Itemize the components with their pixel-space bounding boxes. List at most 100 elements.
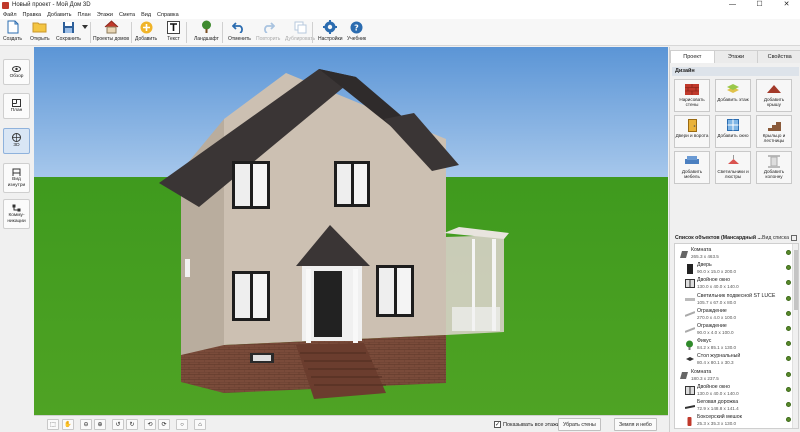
save-dropdown-arrow[interactable] <box>82 20 88 44</box>
nav-plan[interactable]: План <box>3 93 30 119</box>
landscape-button[interactable]: Ландшафт <box>194 20 219 44</box>
list-item[interactable]: Ограждение 90.0 x 4.0 x 100.0 <box>675 322 793 338</box>
draw-walls-button[interactable]: Нарисовать стены <box>674 79 710 112</box>
redo-button[interactable]: Повторить <box>256 20 280 44</box>
visibility-icon[interactable] <box>786 326 791 331</box>
list-view-icon[interactable] <box>791 234 797 241</box>
menu-estimate[interactable]: Смета <box>119 12 135 18</box>
tutorial-button[interactable]: ? Учебник <box>347 20 366 44</box>
menu-floors[interactable]: Этажи <box>97 12 113 18</box>
window-icon <box>684 278 695 289</box>
lights-chandeliers-button[interactable]: Светильники и люстры <box>715 151 751 184</box>
list-item[interactable]: Ограждение 270.0 x 4.0 x 100.0 <box>675 307 793 323</box>
list-item[interactable]: Комната 180.3 x 237.5 <box>675 368 793 384</box>
select-tool-button[interactable]: ⬚ <box>47 419 59 430</box>
visibility-icon[interactable] <box>786 356 791 362</box>
tab-floors[interactable]: Этажи <box>713 50 759 63</box>
house-projects-button[interactable]: Проекты домов <box>93 20 129 44</box>
duplicate-button[interactable]: Дублировать <box>285 20 315 44</box>
visibility-icon[interactable] <box>786 295 791 301</box>
show-all-floors-checkbox[interactable]: ✓ Показывать все этажи <box>494 421 560 428</box>
menu-help[interactable]: Справка <box>157 12 179 18</box>
tab-properties[interactable]: Свойства <box>757 50 800 63</box>
list-item[interactable]: Стол журнальный 80.4 x 80.1 x 30.3 <box>675 352 793 368</box>
settings-button[interactable]: Настройки <box>318 20 343 44</box>
rotate-left-button[interactable]: ↺ <box>112 419 124 430</box>
nav-communications[interactable]: Комму-никации <box>3 199 30 229</box>
tab-project[interactable]: Проект <box>670 50 715 63</box>
add-window-button[interactable]: Добавить окно <box>715 115 751 148</box>
ground-sky-button[interactable]: Земля и небо <box>614 418 657 431</box>
list-item[interactable]: Дверь 90.0 x 15.0 x 200.0 <box>675 261 793 277</box>
doors-gates-button[interactable]: Двери и ворота <box>674 115 710 148</box>
scrollbar-thumb[interactable] <box>794 250 798 310</box>
visibility-icon[interactable] <box>786 341 791 347</box>
add-roof-button[interactable]: Добавить крышу <box>756 79 792 112</box>
visibility-icon[interactable] <box>786 280 791 286</box>
rotate-right-button[interactable]: ↻ <box>126 419 138 430</box>
menu-edit[interactable]: Правка <box>23 12 42 18</box>
floor-plan-icon <box>12 98 21 107</box>
object-list-title: Список объектов (Мансардный ... <box>675 234 762 241</box>
create-button[interactable]: Создать <box>3 20 22 44</box>
copy-icon <box>293 20 308 34</box>
light-bulb-icon: ○ <box>180 421 184 428</box>
undo-icon <box>232 20 247 34</box>
door-icon <box>685 118 700 132</box>
3d-viewport[interactable] <box>34 47 668 415</box>
list-item-dimensions: 105.7 x 67.0 x 80.0 <box>697 299 737 305</box>
list-item[interactable]: Беговая дорожка 72.9 x 148.8 x 141.4 <box>675 398 793 414</box>
add-button[interactable]: Добавить <box>135 20 157 44</box>
close-button[interactable]: ✕ <box>773 0 800 10</box>
list-item[interactable]: Комната 265.3 x 463.5 <box>675 246 793 262</box>
list-item[interactable]: Фикус 84.2 x 85.1 x 130.0 <box>675 337 793 353</box>
list-item[interactable]: Двойное окно 130.0 x 40.0 x 140.0 <box>675 383 793 399</box>
list-item[interactable]: Двойное окно 130.0 x 40.0 x 140.0 <box>675 276 793 292</box>
nav-3d[interactable]: 3D <box>3 128 30 154</box>
orbit-left-button[interactable]: ⟲ <box>144 419 156 430</box>
visibility-icon[interactable] <box>786 250 791 255</box>
visibility-icon[interactable] <box>786 310 791 316</box>
light-button[interactable]: ○ <box>176 419 188 430</box>
zoom-out-button[interactable]: ⊖ <box>80 419 92 430</box>
save-button[interactable]: Сохранить <box>56 20 81 44</box>
hide-walls-button[interactable]: Убрать стены <box>558 418 601 431</box>
eye-icon <box>12 65 21 73</box>
treadmill-icon <box>684 400 695 411</box>
object-list[interactable]: Комната 265.3 x 463.5 Дверь 90.0 x 15.0 x 2… <box>674 243 799 429</box>
list-item[interactable]: Боксерский мешок 25.3 x 35.3 x 130.0 <box>675 413 793 428</box>
visibility-icon[interactable] <box>786 386 791 392</box>
app-logo-icon <box>2 1 9 9</box>
text-button[interactable]: Текст <box>166 20 181 44</box>
pan-tool-button[interactable]: ✋ <box>62 419 74 430</box>
list-item-dimensions: 130.0 x 40.0 x 140.0 <box>697 284 739 290</box>
undo-button[interactable]: Отменить <box>228 20 251 44</box>
orbit-right-icon: ⟳ <box>161 422 167 428</box>
visibility-icon[interactable] <box>786 265 791 271</box>
list-view-toggle[interactable]: Вид списка <box>762 235 789 241</box>
list-item[interactable]: Светильник подвесной ST LUCE 105.7 x 67.0… <box>675 292 793 308</box>
hand-icon: ✋ <box>64 422 72 428</box>
minimize-button[interactable]: — <box>719 0 746 10</box>
visibility-icon[interactable] <box>786 402 791 407</box>
add-column-button[interactable]: Добавить колонну <box>756 151 792 184</box>
maximize-button[interactable]: ☐ <box>746 0 773 10</box>
menu-view[interactable]: Вид <box>141 12 151 18</box>
menu-plan[interactable]: План <box>77 12 90 18</box>
home-view-button[interactable]: ⌂ <box>194 419 206 430</box>
chair-icon <box>12 168 21 177</box>
menu-add[interactable]: Добавить <box>47 12 71 18</box>
open-button[interactable]: Открыть <box>30 20 50 44</box>
zoom-in-button[interactable]: ⊕ <box>94 419 106 430</box>
nav-inside-view[interactable]: Вид изнутри <box>3 163 30 193</box>
add-floor-button[interactable]: Добавить этаж <box>715 79 751 112</box>
porch-stairs-button[interactable]: Крыльцо и лестницы <box>756 115 792 148</box>
list-item-name: Ограждение <box>697 307 727 314</box>
window-icon <box>726 118 741 132</box>
visibility-icon[interactable] <box>786 417 791 423</box>
visibility-icon[interactable] <box>786 371 791 377</box>
orbit-right-button[interactable]: ⟳ <box>158 419 170 430</box>
nav-overview[interactable]: Обзор <box>3 59 30 85</box>
menu-file[interactable]: Файл <box>3 12 17 18</box>
add-furniture-button[interactable]: Добавить мебель <box>674 151 710 184</box>
